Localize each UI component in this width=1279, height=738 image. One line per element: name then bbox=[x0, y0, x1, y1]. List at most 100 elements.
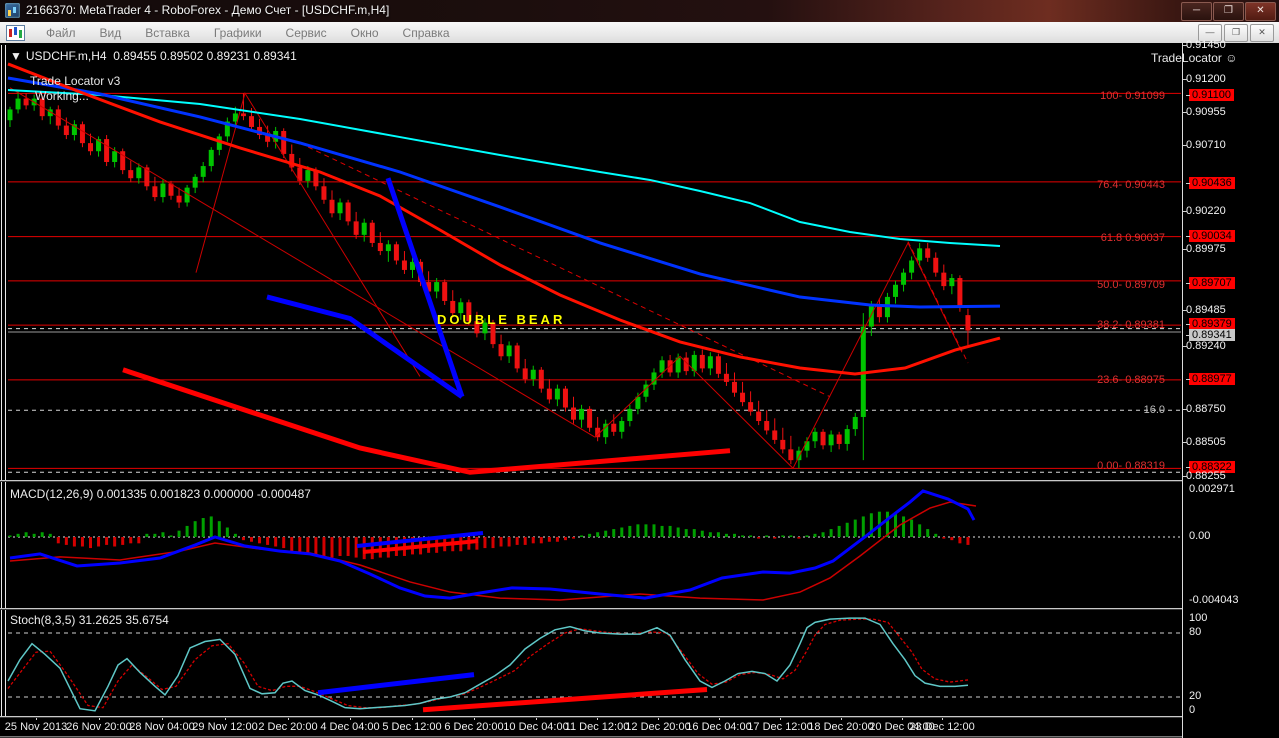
maximize-button[interactable]: ❐ bbox=[1213, 2, 1244, 21]
fib-level-label: 100- 0.91099 bbox=[1100, 90, 1165, 102]
plot-svg[interactable] bbox=[0, 43, 1279, 738]
time-tick bbox=[719, 717, 720, 720]
time-tick bbox=[350, 717, 351, 720]
time-tick bbox=[225, 717, 226, 720]
time-tick bbox=[474, 717, 475, 720]
menu-item-4[interactable]: Сервис bbox=[274, 22, 339, 43]
price-tick-label: 0.90955 bbox=[1183, 106, 1226, 118]
mdi-close-button[interactable]: ✕ bbox=[1250, 24, 1274, 42]
stoch-separator[interactable] bbox=[0, 608, 1279, 609]
time-tick bbox=[597, 717, 598, 720]
app-icon bbox=[5, 3, 20, 18]
time-tick-label: 16 Dec 04:00 bbox=[686, 721, 752, 733]
menu-items: Файл Вид Вставка Графики Сервис Окно Справка bbox=[34, 22, 462, 43]
time-tick-label: 2 Dec 20:00 bbox=[258, 721, 318, 733]
stoch-label: Stoch(8,3,5) 31.2625 35.6754 bbox=[10, 613, 169, 627]
time-tick-label: 28 Nov 04:00 bbox=[129, 721, 195, 733]
menu-item-3[interactable]: Графики bbox=[202, 22, 274, 43]
time-tick-label: 17 Dec 12:00 bbox=[747, 721, 813, 733]
menu-item-5[interactable]: Окно bbox=[339, 22, 391, 43]
chart-area[interactable]: ▼ USDCHF.m,H4 0.89455 0.89502 0.89231 0.8… bbox=[0, 39, 1279, 738]
time-tick-label: 5 Dec 12:00 bbox=[382, 721, 442, 733]
time-tick bbox=[36, 717, 37, 720]
double-bear-annotation: DOUBLE BEAR bbox=[437, 312, 566, 327]
chart-doc-icon[interactable] bbox=[6, 25, 25, 41]
left-border-line bbox=[1, 45, 2, 718]
close-button[interactable]: ✕ bbox=[1245, 2, 1276, 21]
price-badge: 0.89707 bbox=[1186, 277, 1235, 289]
time-tick-label: 26 Nov 20:00 bbox=[66, 721, 132, 733]
window-title: 2166370: MetaTrader 4 - RoboForex - Демо… bbox=[26, 3, 390, 17]
stoch-scale-label: 80 bbox=[1189, 626, 1202, 638]
bottom-edge bbox=[0, 736, 1279, 737]
price-tick-label: 0.89485 bbox=[1183, 304, 1226, 316]
price-badge: 0.90034 bbox=[1186, 230, 1235, 242]
macd-scale-label: -0.004043 bbox=[1189, 594, 1239, 606]
time-tick bbox=[780, 717, 781, 720]
price-tick-label: 0.89975 bbox=[1183, 243, 1226, 255]
time-tick-label: 10 Dec 04:00 bbox=[503, 721, 569, 733]
time-tick-label: 11 Dec 12:00 bbox=[564, 721, 630, 733]
macd-scale-label: 0.00 bbox=[1189, 530, 1211, 542]
time-axis[interactable]: 25 Nov 2013 26 Nov 20:00 28 Nov 04:00 29 No… bbox=[0, 717, 1279, 738]
indicator-name-label: Trade Locator v3 bbox=[30, 74, 121, 88]
minimize-button[interactable]: ─ bbox=[1181, 2, 1212, 21]
fib-level-label: 50.0- 0.89709 bbox=[1097, 279, 1165, 291]
fib-level-label: 23.6- 0.88975 bbox=[1097, 374, 1165, 386]
time-tick-label: 12 Dec 20:00 bbox=[625, 721, 691, 733]
symbol-label: ▼ USDCHF.m,H4 0.89455 0.89502 0.89231 0.8… bbox=[10, 49, 297, 63]
price-tick-label: 0.89240 bbox=[1183, 340, 1226, 352]
macd-label: MACD(12,26,9) 0.001335 0.001823 0.000000… bbox=[10, 487, 311, 501]
mdi-restore-button[interactable]: ❐ bbox=[1224, 24, 1248, 42]
menu-item-2[interactable]: Вставка bbox=[133, 22, 202, 43]
fib-level-label: 76.4- 0.90443 bbox=[1097, 179, 1165, 191]
price-tick-label: 0.88750 bbox=[1183, 403, 1226, 415]
menu-item-1[interactable]: Вид bbox=[88, 22, 134, 43]
time-tick bbox=[536, 717, 537, 720]
stoch-values: 31.2625 35.6754 bbox=[78, 613, 169, 627]
time-tick-label: 23 Dec 12:00 bbox=[909, 721, 975, 733]
fib-level-label: 38.2- 0.89381 bbox=[1097, 319, 1165, 331]
price-tick-label: 0.88255 bbox=[1183, 470, 1226, 482]
chevron-down-icon: ▼ bbox=[10, 49, 22, 63]
price-tick-label: 0.90220 bbox=[1183, 205, 1226, 217]
menu-item-0[interactable]: Файл bbox=[34, 22, 88, 43]
time-tick-label: 6 Dec 20:00 bbox=[444, 721, 504, 733]
price-tick-label: 0.91200 bbox=[1183, 73, 1226, 85]
price-tick-label: 0.90710 bbox=[1183, 139, 1226, 151]
price-tick-label: 0.91450 bbox=[1183, 39, 1226, 51]
time-tick-label: 29 Nov 12:00 bbox=[192, 721, 258, 733]
time-tick-label: 25 Nov 2013 bbox=[4, 721, 68, 733]
time-tick bbox=[658, 717, 659, 720]
price-badge: 0.88977 bbox=[1186, 373, 1235, 385]
time-tick bbox=[902, 717, 903, 720]
indicator-status-label: Working... bbox=[35, 89, 89, 103]
price-badge: 0.90436 bbox=[1186, 177, 1235, 189]
menu-bar: Файл Вид Вставка Графики Сервис Окно Справка —… bbox=[0, 22, 1279, 44]
axis-separator bbox=[0, 716, 1279, 717]
left-border-line-2 bbox=[5, 45, 6, 718]
time-tick bbox=[412, 717, 413, 720]
time-tick bbox=[99, 717, 100, 720]
time-tick bbox=[841, 717, 842, 720]
macd-values: 0.001335 0.001823 0.000000 -0.000487 bbox=[96, 487, 311, 501]
macd-separator[interactable] bbox=[0, 480, 1279, 481]
time-tick bbox=[288, 717, 289, 720]
fib-level-label: 16.0 bbox=[1143, 404, 1165, 416]
title-bar[interactable]: 2166370: MetaTrader 4 - RoboForex - Демо… bbox=[0, 0, 1279, 22]
time-tick bbox=[162, 717, 163, 720]
fib-level-label: 61.8 0.90037 bbox=[1100, 232, 1165, 244]
ohlc-values: 0.89455 0.89502 0.89231 0.89341 bbox=[113, 49, 297, 63]
macd-scale-label: 0.002971 bbox=[1189, 483, 1235, 495]
price-tick-label: 0.88505 bbox=[1183, 436, 1226, 448]
stoch-scale-label: 20 bbox=[1189, 690, 1202, 702]
time-tick bbox=[942, 717, 943, 720]
mt4-window: 2166370: MetaTrader 4 - RoboForex - Демо… bbox=[0, 0, 1279, 738]
price-badge: 0.91100 bbox=[1186, 89, 1234, 101]
tradelocator-watermark: TradeLocator ☺ bbox=[1151, 51, 1238, 65]
price-scale[interactable]: 0.91450 0.91200 0.91100 0.90955 0.90710 0.904… bbox=[1182, 39, 1279, 738]
menu-item-6[interactable]: Справка bbox=[391, 22, 462, 43]
fib-level-label: 0.00- 0.88319 bbox=[1097, 460, 1165, 472]
time-tick-label: 18 Dec 20:00 bbox=[808, 721, 874, 733]
stoch-scale-label: 0 bbox=[1189, 704, 1196, 716]
